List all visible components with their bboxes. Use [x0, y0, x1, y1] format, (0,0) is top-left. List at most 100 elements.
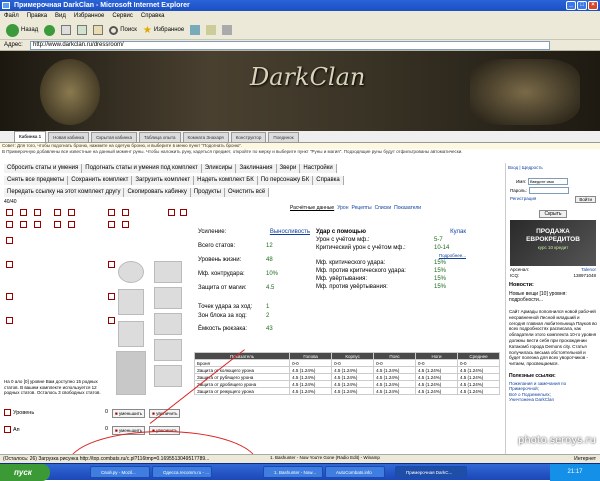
slot[interactable]	[6, 209, 13, 216]
search-button[interactable]: Поиск	[109, 25, 137, 35]
stop-button[interactable]	[61, 25, 72, 35]
load-set-button[interactable]: Загрузить комплект	[132, 176, 195, 185]
news-item[interactable]: Новые вещи [10] уровня: подробности...	[506, 289, 600, 305]
taskbar-item[interactable]: AutoCombats.info	[325, 466, 385, 478]
register-link[interactable]: Регистрация	[510, 196, 536, 203]
menu-tools[interactable]: Сервис	[112, 11, 133, 21]
slot[interactable]	[20, 221, 27, 228]
tab-recipes[interactable]: Рецепты	[351, 205, 371, 211]
remove-all-button[interactable]: Снять все предметы	[4, 176, 69, 185]
slot[interactable]	[108, 209, 115, 216]
elixirs-button[interactable]: Эликсиры	[201, 164, 237, 173]
link-feedback[interactable]: Пожелания и замечания по Примерочной;	[509, 381, 597, 392]
print-button[interactable]	[222, 25, 233, 35]
tab-healer-room[interactable]: Комната Знахаря	[182, 132, 229, 142]
level-checkbox[interactable]	[4, 409, 11, 416]
slot[interactable]	[122, 221, 129, 228]
save-set-button[interactable]: Сохранить комплект	[68, 176, 133, 185]
slot[interactable]	[34, 209, 41, 216]
back-button[interactable]: Назад	[6, 23, 38, 37]
tab-indicators[interactable]: Показатели	[394, 205, 421, 211]
mail-button[interactable]	[206, 25, 217, 35]
menu-favorites[interactable]: Избранное	[74, 11, 104, 21]
slot[interactable]	[6, 221, 13, 228]
slot[interactable]	[54, 221, 61, 228]
slot[interactable]	[180, 209, 187, 216]
slot[interactable]	[6, 317, 13, 324]
history-button[interactable]	[190, 25, 201, 35]
weapon-slot-4[interactable]	[154, 339, 182, 361]
password-input[interactable]	[528, 187, 569, 194]
close-button[interactable]: ×	[588, 1, 598, 10]
tab-cabin-1[interactable]: Кабинка 1	[14, 131, 47, 142]
start-button[interactable]: пуск	[0, 464, 50, 481]
settings-button[interactable]: Настройки	[300, 164, 337, 173]
weapon-slot-3[interactable]	[154, 313, 182, 335]
slot[interactable]	[108, 261, 115, 268]
taskbar-item[interactable]: Свой.ру - Mozil...	[90, 466, 150, 478]
clear-all-button[interactable]: Очистить всё	[224, 188, 270, 197]
address-input[interactable]: http://www.darkclan.ru/dressroom/	[30, 41, 550, 50]
tab-calculated[interactable]: Расчётные данные	[290, 205, 334, 211]
home-button[interactable]	[93, 25, 104, 35]
reset-stats-button[interactable]: Сбросить статы и умения	[4, 164, 83, 173]
slot[interactable]	[168, 209, 175, 216]
refresh-button[interactable]	[77, 25, 88, 35]
tab-hidden-cabin[interactable]: Скрытая кабинка	[91, 132, 137, 142]
decrease-level-button[interactable]: ■ уменьшить	[112, 409, 146, 418]
name-input[interactable]: Введите имя	[528, 178, 569, 185]
hide-button[interactable]: Скрыть	[539, 210, 567, 218]
slot[interactable]	[108, 221, 115, 228]
tab-new-cabin[interactable]: Новая кабинка	[48, 132, 90, 142]
products-button[interactable]: Продукты	[190, 188, 225, 197]
menu-view[interactable]: Вид	[55, 11, 66, 21]
helmet-slot-image[interactable]	[118, 261, 144, 283]
site-logo[interactable]: DarkClan	[250, 63, 365, 91]
forward-button[interactable]	[44, 24, 56, 36]
weapon-select[interactable]: Кулак	[450, 229, 466, 237]
ad-banner[interactable]: ПРОДАЖА ЕВРОКРЕДИТОВ курс 10 кредит	[510, 220, 596, 266]
slot[interactable]	[122, 209, 129, 216]
slot[interactable]	[6, 237, 13, 244]
minimize-button[interactable]: _	[566, 1, 576, 10]
menu-edit[interactable]: Правка	[27, 11, 47, 21]
slot[interactable]	[34, 221, 41, 228]
slot[interactable]	[20, 209, 27, 216]
fit-stats-button[interactable]: Подогнать статы и умения под комплект	[82, 164, 202, 173]
login-button[interactable]: Войти	[575, 196, 596, 203]
weapon-slot-5[interactable]	[154, 365, 182, 387]
boost-select[interactable]: Выносливость	[270, 229, 310, 240]
slot[interactable]	[108, 317, 115, 324]
favorites-button[interactable]: ★ Избранное	[143, 25, 184, 36]
armor-slot-image[interactable]	[118, 289, 144, 315]
copy-cabin-button[interactable]: Скопировать кабинку	[124, 188, 191, 197]
taskbar-item-active[interactable]: Примерочная DarkC...	[395, 466, 467, 478]
by-character-button[interactable]: По персонажу БК	[257, 176, 314, 185]
slot[interactable]	[54, 209, 61, 216]
slot[interactable]	[6, 293, 13, 300]
ap-checkbox[interactable]	[4, 426, 11, 433]
tab-duel[interactable]: Поединок	[268, 132, 299, 142]
slot[interactable]	[68, 221, 75, 228]
taskbar-item[interactable]: 1. Bashunter - Now...	[263, 466, 323, 478]
maximize-button[interactable]: □	[577, 1, 587, 10]
tab-lists[interactable]: Списки	[375, 205, 392, 211]
belt-slot-image[interactable]	[118, 321, 144, 347]
pets-button[interactable]: Звери	[276, 164, 301, 173]
help-button[interactable]: Справка	[313, 176, 344, 185]
weapon-slot-2[interactable]	[154, 287, 182, 309]
taskbar-item[interactable]: Одесса.recomm.ru - ...	[152, 466, 212, 478]
share-link-button[interactable]: Передать ссылку на этот комплект другу	[4, 188, 125, 197]
slot[interactable]	[6, 261, 13, 268]
tab-xp-table[interactable]: Таблица опыта	[138, 132, 181, 142]
slot[interactable]	[108, 293, 115, 300]
wear-bk-set-button[interactable]: Надеть комплект БК	[194, 176, 258, 185]
link-darkclan[interactable]: Уничтожена DarkClan	[509, 397, 597, 403]
weapon-slot-1[interactable]	[154, 261, 182, 283]
details-link[interactable]: Подробнее...	[316, 253, 466, 260]
level-value[interactable]: 0	[105, 409, 108, 416]
slot[interactable]	[68, 209, 75, 216]
tab-damage[interactable]: Урон	[337, 205, 348, 211]
ap-value[interactable]: 0	[105, 426, 108, 433]
menu-file[interactable]: Файл	[4, 11, 19, 21]
